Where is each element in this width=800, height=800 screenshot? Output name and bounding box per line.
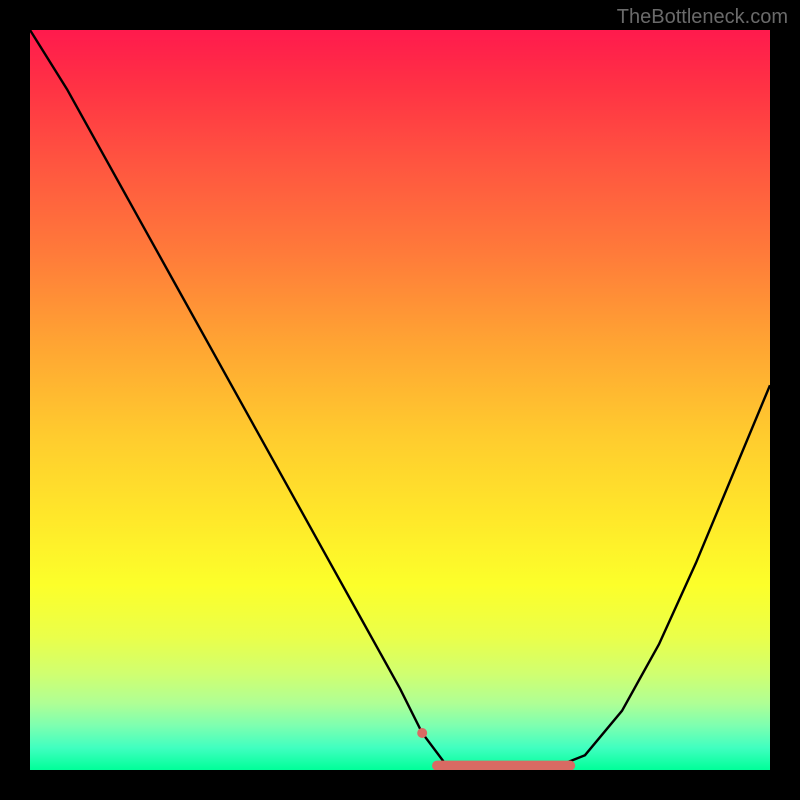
bottleneck-curve-path [30,30,770,770]
chart-svg [30,30,770,770]
highlight-dot [417,728,427,738]
plot-area [30,30,770,770]
watermark-text: TheBottleneck.com [617,6,788,29]
